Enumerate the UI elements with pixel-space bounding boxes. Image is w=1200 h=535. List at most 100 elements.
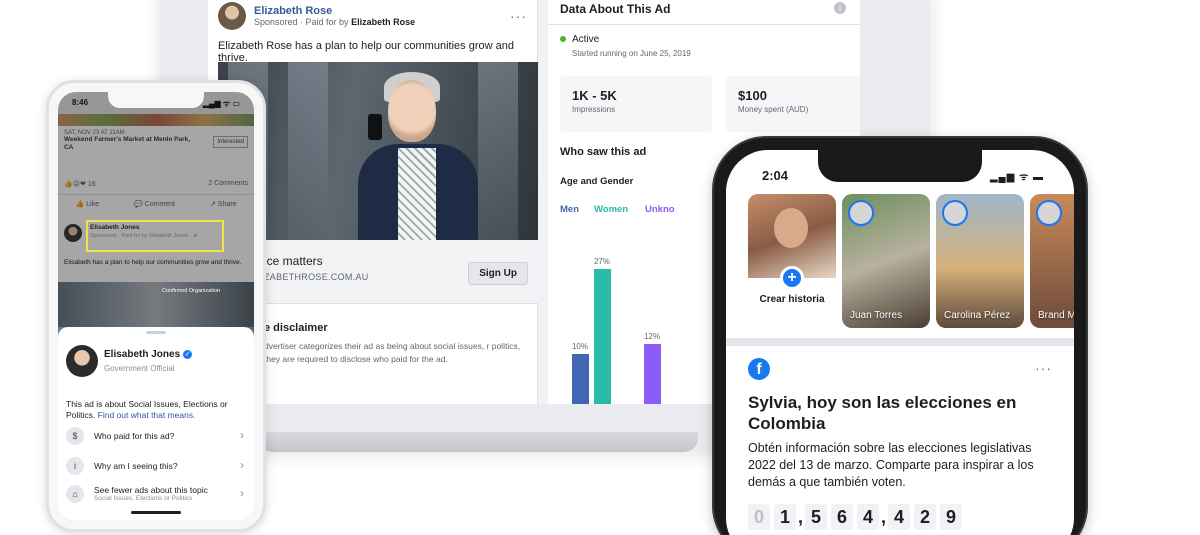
vote-counter: 0 1 , 5 6 4 , 4 2 9 (748, 504, 966, 530)
modal-backdrop[interactable] (58, 92, 254, 327)
post-author[interactable]: Elisabeth Jones (90, 224, 140, 231)
why-seeing-row[interactable]: i Why am I seeing this? › (66, 457, 248, 479)
who-saw-heading: Who saw this ad (560, 146, 647, 158)
avatar (66, 345, 98, 377)
paid-for-by-name[interactable]: Elizabeth Rose (351, 17, 415, 27)
story-card[interactable]: Juan Torres (842, 194, 930, 328)
ad-about-text: This ad is about Social Issues, Election… (66, 399, 248, 421)
avatar (1036, 200, 1062, 226)
legend-women[interactable]: Women (594, 204, 628, 215)
counter-digit: 1 (774, 504, 796, 530)
sheet-drag-handle[interactable] (146, 331, 166, 334)
more-options-icon[interactable]: ··· (1035, 360, 1052, 376)
government-icon: ⌂ (66, 485, 84, 503)
ad-link-preview[interactable]: ice matters ZABETHROSE.COM.AU Sign Up (218, 240, 538, 304)
money-spent-label: Money spent (AUD) (738, 105, 809, 114)
impressions-stat: 1K - 5K Impressions (560, 76, 712, 132)
office-window (478, 62, 518, 240)
chart-bar-label: 27% (593, 257, 610, 266)
verified-badge-icon: ✓ (183, 350, 193, 359)
desktop-stand (258, 432, 698, 452)
counter-digit: 5 (805, 504, 828, 530)
row-sublabel: Social Issues, Elections or Politics (94, 495, 193, 502)
info-icon: i (66, 457, 84, 475)
story-card[interactable]: Carolina Pérez (936, 194, 1024, 328)
info-icon[interactable]: i (834, 2, 846, 14)
add-story-icon[interactable]: + (780, 266, 804, 290)
panel-title: Data About This Ad (560, 2, 671, 16)
chevron-right-icon: › (240, 458, 244, 472)
sponsored-line: Sponsored · Paid for by Elizabeth Rose (254, 17, 415, 27)
who-paid-row[interactable]: $ Who paid for this ad? › (66, 427, 248, 449)
counter-comma: , (798, 507, 804, 527)
avatar (942, 200, 968, 226)
link-url: ZABETHROSE.COM.AU (264, 272, 369, 282)
counter-digit: 4 (888, 504, 911, 530)
avatar (848, 200, 874, 226)
page-name-link[interactable]: Elizabeth Rose (254, 5, 415, 17)
right-phone-device: 2:04 ▂▄▆ ᯤ ▬ + Crear historia Juan Torre… (714, 138, 1086, 535)
advertiser-role: Government Official (104, 364, 175, 373)
chart-bar-label: 12% (643, 332, 660, 341)
age-gender-heading: Age and Gender (560, 176, 634, 187)
disclaimer-text: dvertiser categorizes their ad as being … (264, 341, 521, 364)
create-story-card[interactable]: + Crear historia (748, 194, 836, 328)
ad-header: Elizabeth Rose Sponsored · Paid for by E… (208, 0, 537, 38)
post-sponsored-line: Sponsored · Paid for by Elisabeth Jones … (90, 233, 198, 239)
counter-digit: 2 (914, 504, 937, 530)
sponsored-prefix: Sponsored · Paid for by (254, 17, 349, 27)
story-author: Juan Torres (850, 310, 903, 321)
see-fewer-row[interactable]: ⌂ See fewer ads about this topic Social … (66, 485, 248, 507)
chart-bar-unknown[interactable] (644, 344, 661, 404)
chart-bar-women[interactable] (594, 269, 611, 404)
promo-stage: Elizabeth Rose Sponsored · Paid for by E… (0, 0, 1200, 535)
status-dot-icon (560, 36, 566, 43)
story-author: Brand Mora (1038, 310, 1074, 321)
divider (548, 24, 860, 25)
dollar-icon: $ (66, 427, 84, 445)
disclaimer-title: e disclaimer (264, 322, 328, 334)
home-indicator (131, 511, 181, 514)
status-icons: ▂▄▆ ᯤ ▬ (989, 172, 1044, 183)
impressions-label: Impressions (572, 105, 616, 114)
avatar[interactable] (218, 2, 246, 30)
feed-divider (726, 338, 1074, 346)
counter-digit: 9 (940, 504, 963, 530)
image-caption: Confirmed Organization (162, 288, 221, 294)
story-card[interactable]: Brand Mora (1030, 194, 1074, 328)
person-face (774, 208, 808, 248)
left-phone-device: 8:46 ▂▄▆ ᯤ ▭ SAT, NOV 23 AT 11AM Weekend… (46, 80, 266, 532)
election-reminder-title: Sylvia, hoy son las elecciones en Colomb… (748, 393, 1017, 433)
phone-notch (108, 92, 204, 108)
left-phone-screen: 8:46 ▂▄▆ ᯤ ▭ SAT, NOV 23 AT 11AM Weekend… (58, 92, 254, 520)
office-window (288, 62, 328, 240)
legend-men[interactable]: Men (560, 204, 579, 215)
legend-unknown[interactable]: Unkno (645, 204, 675, 215)
advertiser-name-text: Elisabeth Jones (104, 349, 181, 360)
person-head (388, 80, 436, 142)
sign-up-button[interactable]: Sign Up (468, 262, 528, 285)
counter-digit: 4 (857, 504, 880, 530)
chevron-right-icon: › (240, 428, 244, 442)
find-out-link[interactable]: Find out what that means. (98, 410, 196, 420)
facebook-logo-icon: f (748, 358, 770, 380)
chevron-right-icon: › (240, 486, 244, 500)
row-label: Who paid for this ad? (94, 431, 175, 441)
row-label: Why am I seeing this? (94, 461, 178, 471)
chart-bar-men[interactable] (572, 354, 589, 404)
election-reminder-body: Obtén información sobre las elecciones l… (748, 441, 1034, 489)
money-spent-value: $100 (738, 88, 767, 103)
row-label: See fewer ads about this topic (94, 485, 208, 495)
counter-digit: 6 (831, 504, 854, 530)
started-running-text: Started running on June 25, 2019 (572, 49, 691, 58)
right-phone-screen: 2:04 ▂▄▆ ᯤ ▬ + Crear historia Juan Torre… (726, 150, 1074, 535)
ad-info-sheet: Elisabeth Jones ✓ Government Official Thi… (58, 327, 254, 520)
advertiser-name: Elisabeth Jones ✓ (104, 349, 193, 360)
impressions-value: 1K - 5K (572, 88, 617, 103)
counter-digit: 0 (748, 504, 770, 530)
more-options-icon[interactable]: ··· (510, 8, 527, 24)
status-label: Active (572, 34, 600, 45)
link-title: ice matters (264, 254, 323, 268)
status-active: Active (560, 34, 599, 45)
ad-image[interactable] (218, 62, 538, 240)
